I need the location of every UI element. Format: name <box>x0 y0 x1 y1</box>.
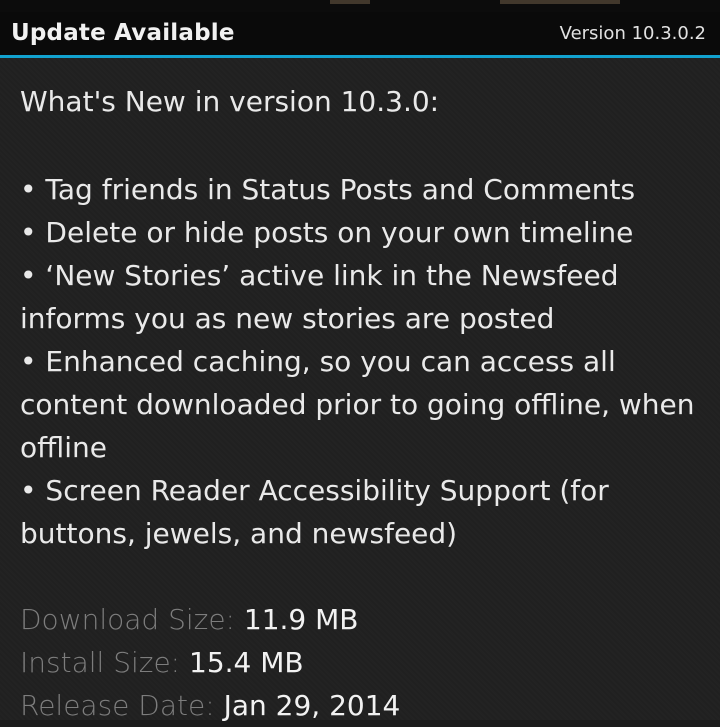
bullet-icon: • <box>20 345 37 378</box>
list-item-text: Tag friends in Status Posts and Comments <box>45 173 636 206</box>
version-label: Version 10.3.0.2 <box>559 23 706 44</box>
list-item-text: Screen Reader Accessibility Support (for… <box>20 474 609 550</box>
install-size-row: Install Size: 15.4 MB <box>20 641 710 684</box>
download-size-row: Download Size: 11.9 MB <box>20 598 710 641</box>
update-metadata: Download Size: 11.9 MB Install Size: 15.… <box>20 598 710 727</box>
list-item: • ‘New Stories’ active link in the Newsf… <box>20 254 710 340</box>
download-size-label: Download Size: <box>20 603 235 636</box>
status-strip <box>0 0 720 12</box>
update-details-panel[interactable]: What's New in version 10.3.0: • Tag frie… <box>0 58 720 722</box>
list-item: • Enhanced caching, so you can access al… <box>20 340 710 469</box>
bullet-icon: • <box>20 259 37 292</box>
thumbnail-strip-image <box>330 0 370 4</box>
list-item-text: Enhanced caching, so you can access all … <box>20 345 695 464</box>
release-notes-heading: What's New in version 10.3.0: <box>20 85 440 118</box>
release-date-value: Jan 29, 2014 <box>223 689 401 722</box>
list-item-text: ‘New Stories’ active link in the Newsfee… <box>20 259 619 335</box>
bullet-icon: • <box>20 173 37 206</box>
bullet-icon: • <box>20 474 37 507</box>
page-title: Update Available <box>11 20 235 46</box>
download-size-value: 11.9 MB <box>243 603 359 636</box>
thumbnail-strip-image <box>500 0 620 4</box>
list-item-text: Delete or hide posts on your own timelin… <box>45 216 634 249</box>
install-size-value: 15.4 MB <box>189 646 304 679</box>
list-item: • Tag friends in Status Posts and Commen… <box>20 168 710 211</box>
release-date-label: Release Date: <box>20 689 215 722</box>
install-size-label: Install Size: <box>20 646 181 679</box>
list-item: • Delete or hide posts on your own timel… <box>20 211 710 254</box>
bullet-icon: • <box>20 216 37 249</box>
list-item: • Screen Reader Accessibility Support (f… <box>20 469 710 555</box>
title-bar: Update Available Version 10.3.0.2 <box>0 12 720 58</box>
release-date-row: Release Date: Jan 29, 2014 <box>20 684 710 727</box>
release-notes-list: • Tag friends in Status Posts and Commen… <box>20 168 710 555</box>
